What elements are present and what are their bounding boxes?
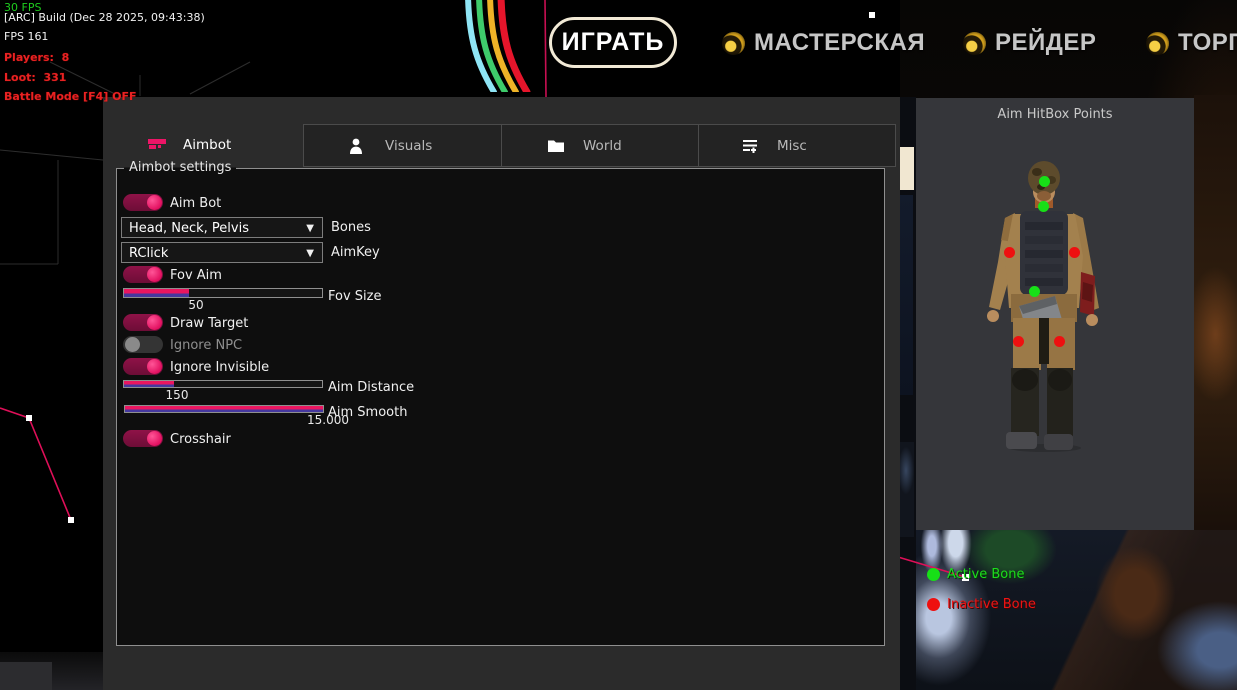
- ignore-invisible-toggle[interactable]: [123, 358, 163, 375]
- ignore-npc-toggle[interactable]: [123, 336, 163, 353]
- ignore-invisible-label: Ignore Invisible: [170, 360, 269, 375]
- hitbox-dots: [916, 98, 1194, 530]
- hud-battle-mode: Battle Mode [F4] OFF: [4, 91, 136, 103]
- tab-label: World: [583, 138, 622, 154]
- play-button[interactable]: ИГРАТЬ: [549, 17, 677, 68]
- hitbox-panel: Aim HitBox Points: [916, 98, 1194, 530]
- bones-value: Head, Neck, Pelvis: [129, 221, 249, 236]
- dark-window: [899, 195, 913, 395]
- fov-aim-toggle[interactable]: [123, 266, 163, 283]
- aim-bot-toggle[interactable]: [123, 194, 163, 211]
- menu-item-label: РЕЙДЕР: [995, 29, 1096, 57]
- fov-size-label: Fov Size: [328, 289, 381, 304]
- hitbox-point-neck[interactable]: [1038, 201, 1049, 212]
- fov-size-slider[interactable]: [123, 288, 323, 298]
- coin-icon: [963, 32, 986, 55]
- slider-fill: [125, 406, 323, 412]
- game-scene-right-wall: [1194, 95, 1237, 530]
- menu-item-label: МАСТЕРСКАЯ: [754, 29, 925, 57]
- tab-label: Visuals: [385, 138, 432, 154]
- lit-wall: [898, 147, 914, 190]
- aim-distance-slider[interactable]: [123, 380, 323, 388]
- menu-item-workshop[interactable]: МАСТЕРСКАЯ: [722, 28, 925, 58]
- aimkey-label: AimKey: [331, 245, 380, 260]
- aimbot-settings-group: Aimbot settings Aim Bot Head, Neck, Pelv…: [116, 168, 885, 646]
- bones-label: Bones: [331, 220, 371, 235]
- aim-smooth-label: Aim Smooth: [328, 405, 407, 420]
- coin-icon: [1146, 32, 1169, 55]
- tab-visuals[interactable]: Visuals: [303, 124, 502, 167]
- person-icon: [347, 137, 365, 155]
- tab-label: Aimbot: [183, 137, 231, 153]
- hitbox-point-pelvis[interactable]: [1029, 286, 1040, 297]
- rainbow-trail: [432, 0, 547, 92]
- draw-target-label: Draw Target: [170, 316, 248, 331]
- cheat-menu-panel: Aimbot Visuals World: [103, 97, 900, 690]
- coin-icon: [722, 32, 745, 55]
- aim-distance-label: Aim Distance: [328, 380, 414, 395]
- bones-dropdown[interactable]: Head, Neck, Pelvis ▼: [121, 217, 323, 238]
- hitbox-point-left-shoulder[interactable]: [1004, 247, 1015, 258]
- tab-aimbot[interactable]: Aimbot: [148, 130, 231, 160]
- green-dot-icon: [927, 568, 940, 581]
- chevron-down-icon: ▼: [306, 218, 314, 239]
- slider-fill: [124, 289, 189, 297]
- hitbox-point-right-shoulder[interactable]: [1069, 247, 1080, 258]
- legend-inactive-bone: Inactive Bone: [927, 597, 1036, 612]
- aim-bot-label: Aim Bot: [170, 196, 221, 211]
- fov-size-value: 50: [172, 298, 220, 312]
- chevron-down-icon: ▼: [306, 243, 314, 264]
- hud-build-info: [ARC] Build (Dec 28 2025, 09:43:38): [4, 12, 205, 24]
- legend-label: Inactive Bone: [947, 597, 1036, 612]
- aimkey-value: RClick: [129, 246, 168, 261]
- hud-loot-count: Loot: 331: [4, 72, 66, 84]
- aimkey-dropdown[interactable]: RClick ▼: [121, 242, 323, 263]
- hitbox-point-right-thigh[interactable]: [1054, 336, 1065, 347]
- hitbox-point-left-thigh[interactable]: [1013, 336, 1024, 347]
- slider-fill: [124, 381, 174, 387]
- group-title: Aimbot settings: [124, 160, 236, 175]
- esp-dot: [869, 12, 875, 18]
- game-floor-light: [0, 662, 52, 690]
- tab-world[interactable]: World: [501, 124, 699, 167]
- crosshair-toggle[interactable]: [123, 430, 163, 447]
- legend-active-bone: Active Bone: [927, 567, 1024, 582]
- aim-smooth-slider[interactable]: [124, 405, 324, 413]
- draw-target-toggle[interactable]: [123, 314, 163, 331]
- pistol-icon: [148, 136, 166, 154]
- hitbox-point-head[interactable]: [1039, 176, 1050, 187]
- fov-aim-label: Fov Aim: [170, 268, 222, 283]
- crosshair-label: Crosshair: [170, 432, 231, 447]
- tab-misc[interactable]: Misc: [698, 124, 896, 167]
- legend-label: Active Bone: [947, 567, 1024, 582]
- menu-item-trade[interactable]: ТОРГО: [1146, 28, 1237, 58]
- menu-item-raider[interactable]: РЕЙДЕР: [963, 28, 1096, 58]
- ignore-npc-label: Ignore NPC: [170, 338, 242, 353]
- folder-icon: [547, 137, 565, 155]
- blue-glow: [898, 442, 914, 537]
- game-scene-gap: [898, 97, 916, 690]
- tab-label: Misc: [777, 138, 807, 154]
- aim-distance-value: 150: [153, 388, 201, 402]
- red-dot-icon: [927, 598, 940, 611]
- sliders-icon: [741, 137, 759, 155]
- menu-item-label: ТОРГО: [1178, 29, 1237, 57]
- hud-fps: FPS 161: [4, 31, 48, 43]
- hud-players-count: Players: 8: [4, 52, 69, 64]
